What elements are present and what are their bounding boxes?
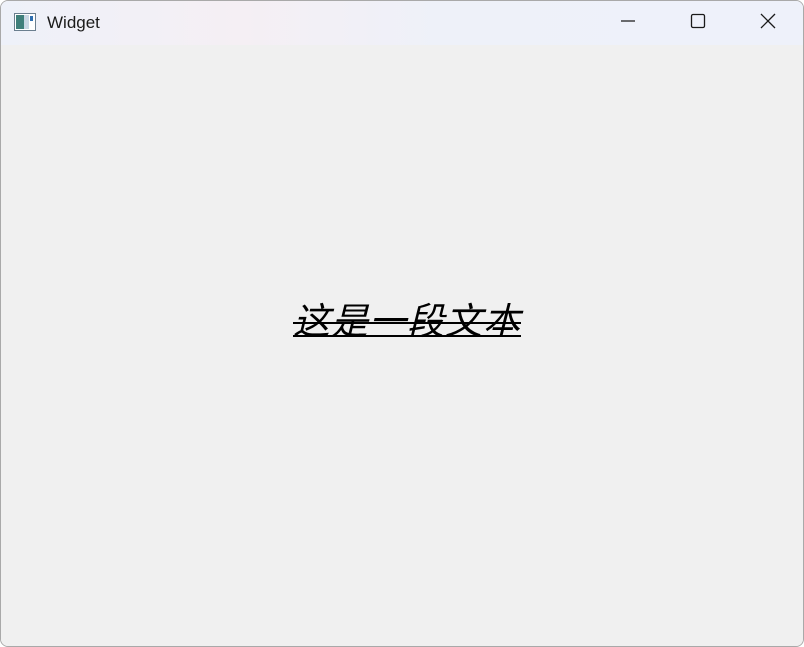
close-icon	[760, 13, 776, 33]
minimize-button[interactable]	[593, 1, 663, 45]
title-bar[interactable]: Widget	[1, 1, 803, 45]
widget-content-area: 这是一段文本	[1, 45, 803, 646]
maximize-icon	[690, 13, 706, 33]
window-title: Widget	[47, 13, 100, 32]
maximize-button[interactable]	[663, 1, 733, 45]
styled-text-label: 这是一段文本	[293, 300, 521, 343]
close-button[interactable]	[733, 1, 803, 45]
minimize-icon	[620, 13, 636, 33]
app-window-icon	[14, 13, 36, 31]
app-window: Widget 这是一段文本	[0, 0, 804, 647]
